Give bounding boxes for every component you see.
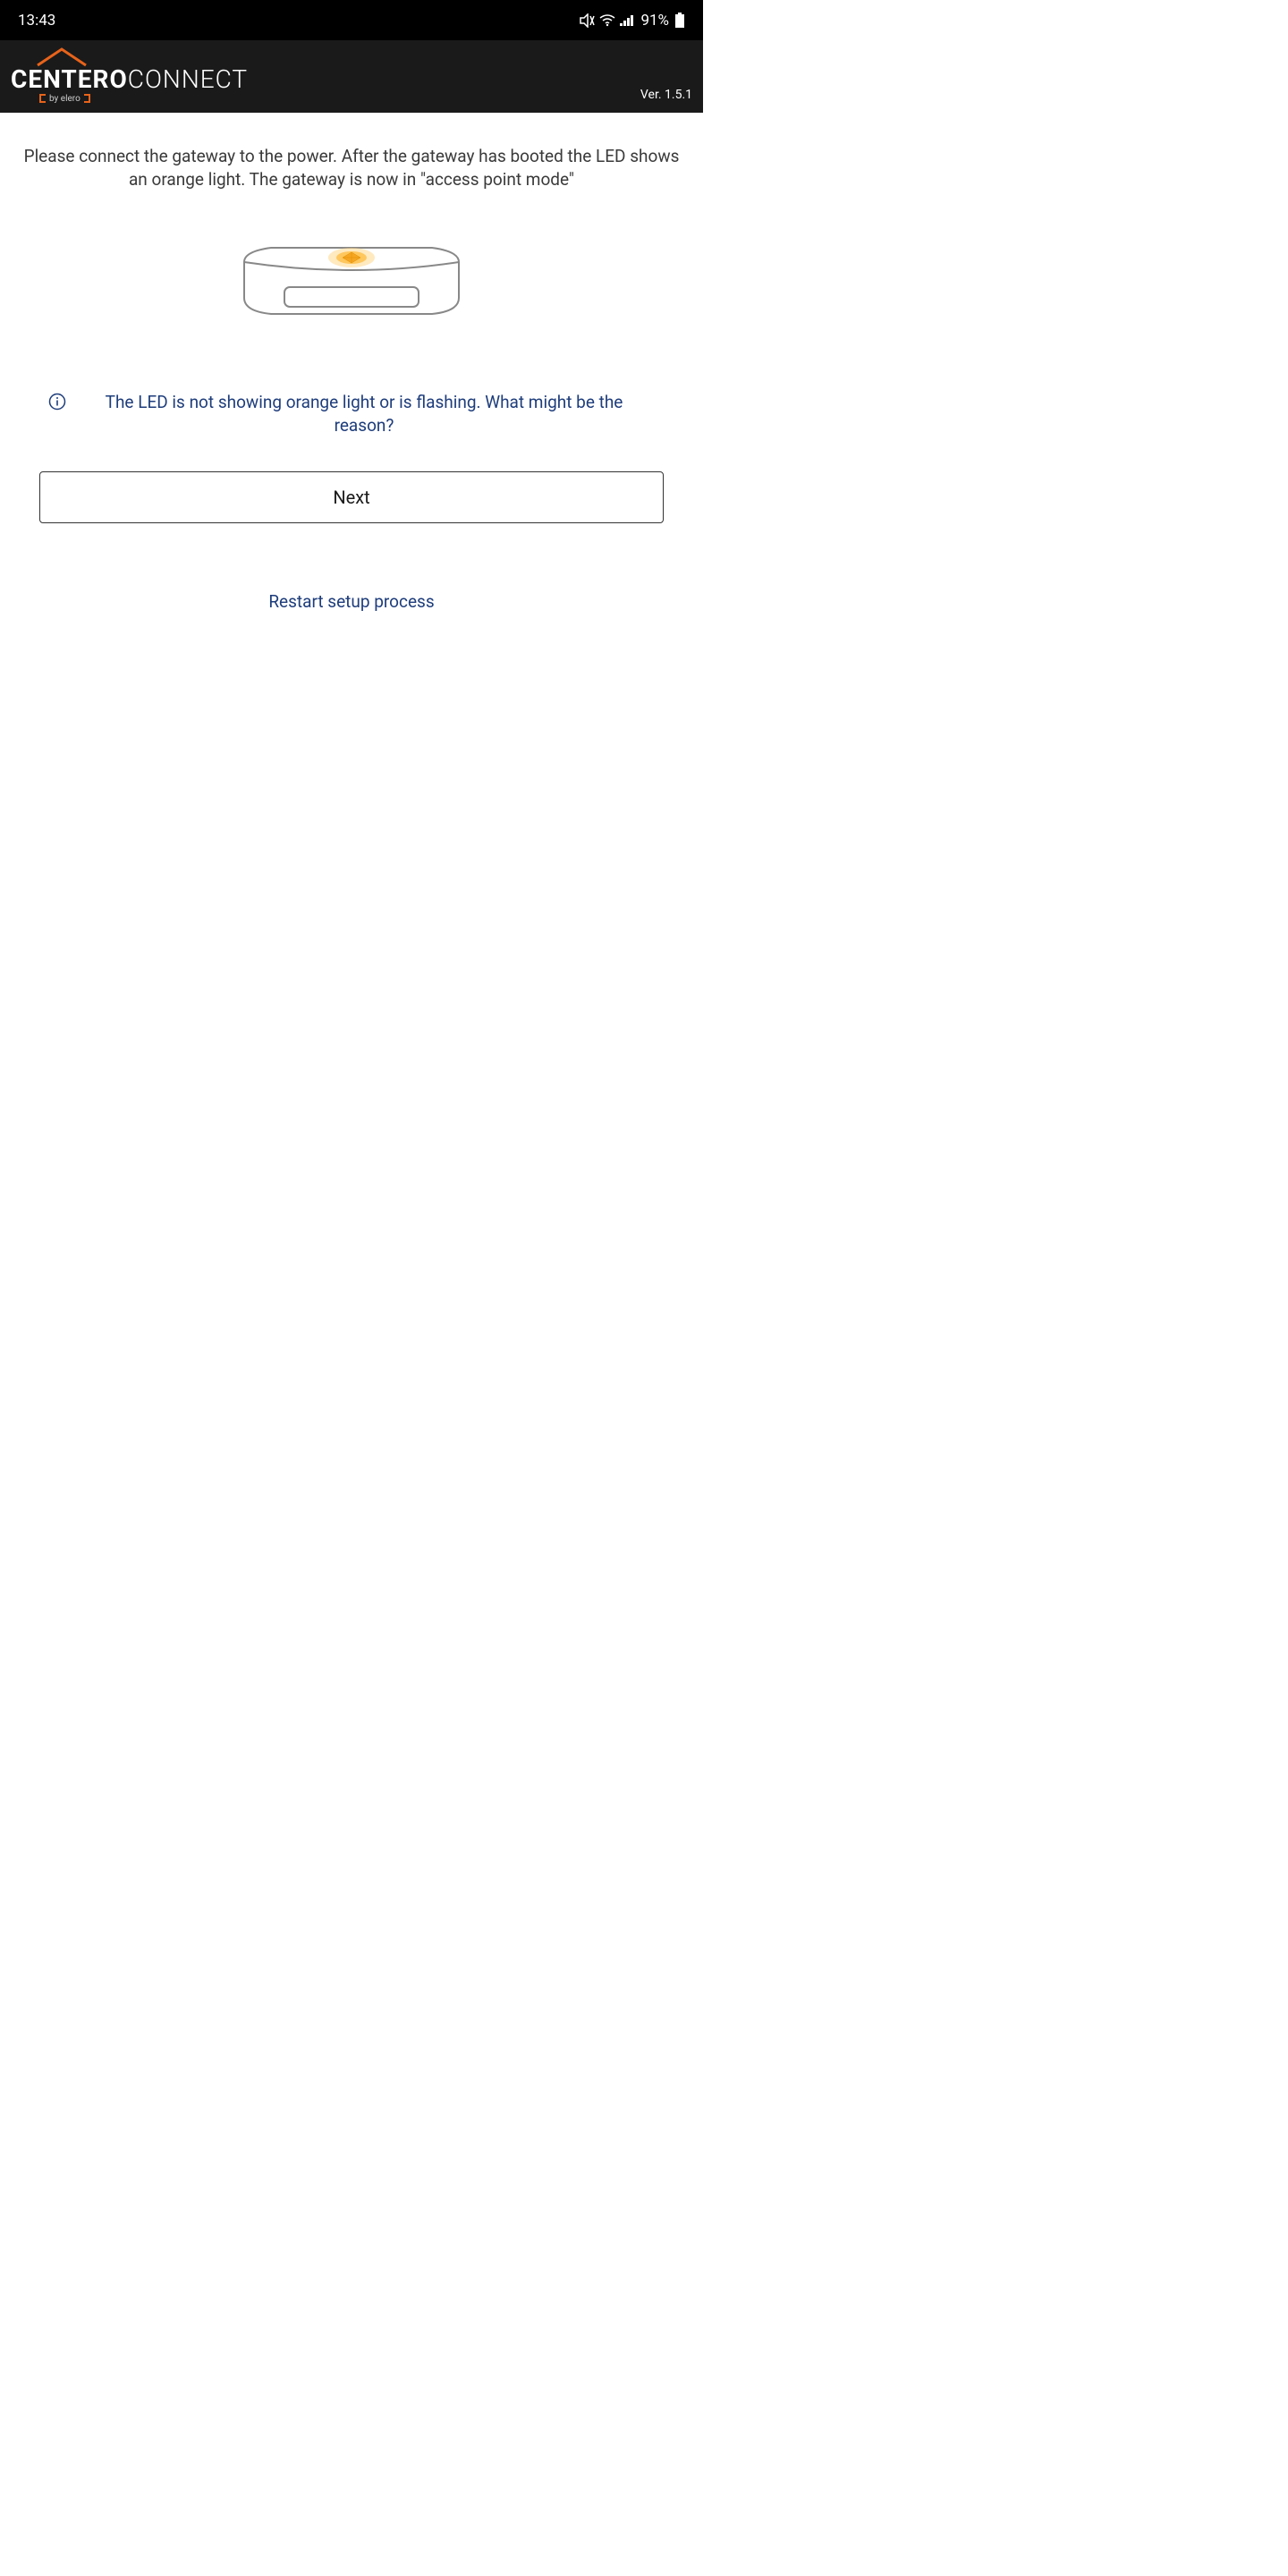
restart-link[interactable]: Restart setup process [21, 591, 682, 612]
status-time: 13:43 [18, 12, 55, 30]
app-header: CENTEROCONNECT by elero Ver. 1.5.1 [0, 40, 703, 113]
gateway-device-image [217, 235, 486, 352]
status-right: 91% [580, 12, 685, 30]
logo-roof-icon [36, 47, 88, 67]
status-bar: 13:43 91% [0, 0, 703, 40]
logo-subtitle: by elero [49, 94, 80, 104]
help-link-text: The LED is not showing orange light or i… [73, 391, 655, 436]
signal-icon [619, 14, 635, 27]
next-button[interactable]: Next [39, 471, 664, 523]
logo-text: CENTEROCONNECT [11, 67, 248, 92]
battery-icon [674, 13, 685, 29]
info-icon [48, 393, 66, 411]
wifi-icon [599, 14, 615, 27]
instruction-text: Please connect the gateway to the power.… [21, 145, 682, 191]
status-icons [580, 13, 635, 28]
version-text: Ver. 1.5.1 [640, 88, 692, 102]
logo-bold: CENTERO [11, 64, 128, 94]
mute-icon [580, 13, 596, 28]
logo-bracket-right-icon [83, 94, 90, 103]
logo-light: CONNECT [128, 64, 248, 94]
logo-container: CENTEROCONNECT by elero [11, 67, 248, 104]
status-battery-text: 91% [640, 12, 669, 30]
help-link[interactable]: The LED is not showing orange light or i… [21, 391, 682, 436]
logo-bracket-left-icon [39, 94, 47, 103]
content-area: Please connect the gateway to the power.… [0, 113, 703, 612]
